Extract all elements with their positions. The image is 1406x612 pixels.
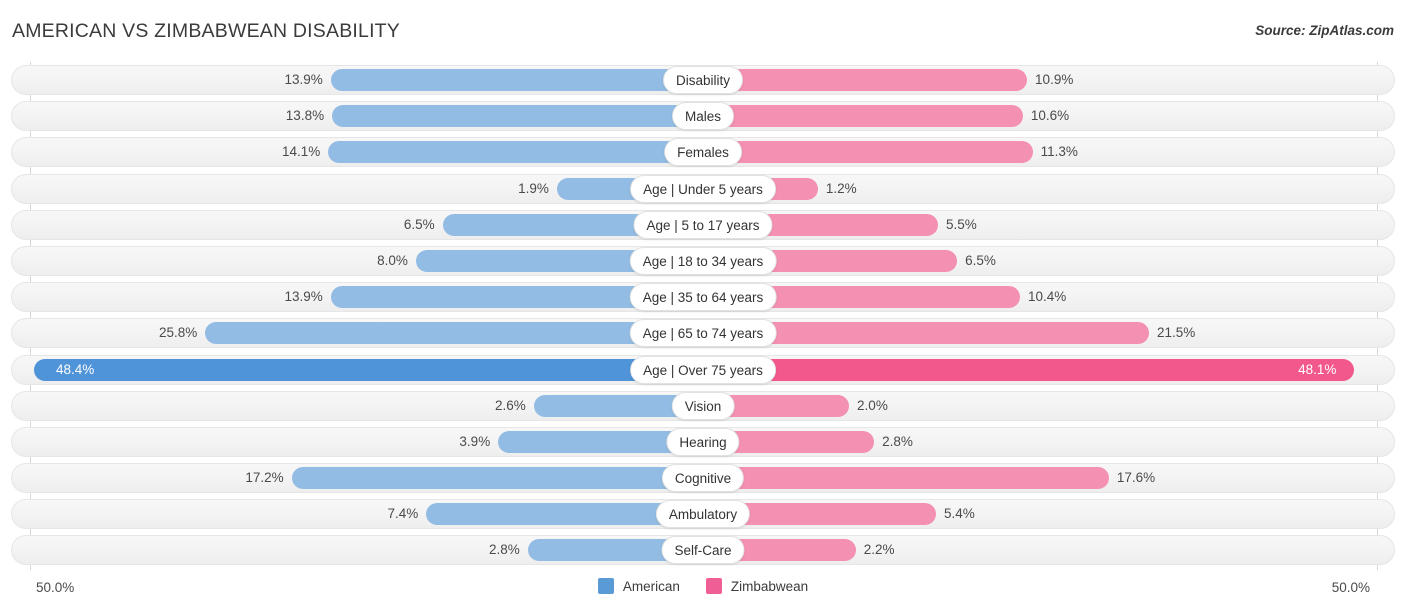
value-label-american: 7.4% xyxy=(387,506,419,522)
category-label: Age | 35 to 64 years xyxy=(629,283,777,312)
value-label-zimbabwean: 11.3% xyxy=(1040,144,1078,160)
bar-zimbabwean xyxy=(703,69,1028,91)
value-label-american: 13.9% xyxy=(284,72,323,87)
chart-row: 3.9% 2.8% Hearing xyxy=(0,424,1406,460)
value-label-zimbabwean: 5.5% xyxy=(945,216,977,232)
value-label-american: 17.2% xyxy=(245,470,284,486)
chart-row: 7.4% 5.4% Ambulatory xyxy=(0,496,1406,532)
chart-header: AMERICAN VS ZIMBABWEAN DISABILITY Source… xyxy=(0,0,1406,58)
chart-row: 2.6% 2.0% Vision xyxy=(0,388,1406,424)
chart-container: AMERICAN VS ZIMBABWEAN DISABILITY Source… xyxy=(0,0,1406,612)
value-label-american: 2.6% xyxy=(494,397,526,413)
legend-item[interactable]: American xyxy=(597,578,680,594)
value-label-zimbabwean: 6.5% xyxy=(965,252,996,268)
value-label-zimbabwean: 48.1% xyxy=(1298,361,1337,377)
value-label-zimbabwean: 10.6% xyxy=(1030,108,1070,124)
category-label: Disability xyxy=(662,66,744,94)
chart-row: 8.0% 6.5% Age | 18 to 34 years xyxy=(0,243,1406,279)
bar-american xyxy=(291,467,703,490)
value-label-american: 6.5% xyxy=(403,216,435,232)
chart-row: 25.8% 21.5% Age | 65 to 74 years xyxy=(0,315,1406,351)
source-attribution: Source: ZipAtlas.com xyxy=(1255,23,1394,38)
chart-row: 48.4% 48.1% Age | Over 75 years xyxy=(0,352,1406,388)
legend-label: Zimbabwean xyxy=(730,578,809,594)
category-label: Ambulatory xyxy=(655,500,751,529)
value-label-zimbabwean: 10.4% xyxy=(1027,289,1067,305)
bar-american xyxy=(328,141,703,164)
bar-american xyxy=(205,322,703,345)
category-label: Vision xyxy=(671,391,735,420)
legend-label: American xyxy=(622,578,680,594)
value-label-zimbabwean: 17.6% xyxy=(1116,470,1156,486)
bar-zimbabwean xyxy=(703,467,1109,490)
value-label-american: 13.8% xyxy=(285,108,325,124)
value-label-zimbabwean: 21.5% xyxy=(1156,325,1196,341)
chart-row: 13.9% 10.4% Age | 35 to 64 years xyxy=(0,279,1406,315)
value-label-zimbabwean: 2.0% xyxy=(857,397,888,413)
plot-area: 13.9% 10.9% Disability 13.8% 10.6% Males 14.1%… xyxy=(0,62,1406,570)
category-label: Age | 18 to 34 years xyxy=(629,246,777,275)
value-label-american: 14.1% xyxy=(282,144,321,160)
chart-row: 13.8% 10.6% Males xyxy=(0,98,1406,134)
category-label: Age | Under 5 years xyxy=(630,174,776,203)
category-label: Age | 65 to 74 years xyxy=(629,319,777,348)
category-label: Age | 5 to 17 years xyxy=(633,210,773,239)
category-label: Age | Over 75 years xyxy=(630,355,776,384)
value-label-american: 48.4% xyxy=(56,361,95,377)
category-label: Males xyxy=(671,102,735,131)
bar-american xyxy=(332,105,703,128)
value-label-american: 1.9% xyxy=(518,180,549,196)
category-label: Hearing xyxy=(666,427,740,456)
value-label-zimbabwean: 1.2% xyxy=(825,180,857,196)
chart-legend: American Zimbabwean xyxy=(0,578,1406,594)
chart-row: 14.1% 11.3% Females xyxy=(0,134,1406,170)
bar-american xyxy=(34,358,703,381)
legend-item[interactable]: Zimbabwean xyxy=(705,578,809,594)
value-label-zimbabwean: 2.8% xyxy=(882,433,913,449)
legend-swatch-icon xyxy=(705,578,722,594)
value-label-american: 8.0% xyxy=(377,252,408,268)
bar-zimbabwean xyxy=(703,358,1355,381)
value-label-american: 2.8% xyxy=(488,542,520,558)
value-label-american: 13.9% xyxy=(284,289,323,305)
category-label: Cognitive xyxy=(661,464,745,493)
chart-footer: 50.0% 50.0% American Zimbabwean xyxy=(0,572,1406,612)
category-label: Females xyxy=(664,138,742,167)
legend-swatch-icon xyxy=(597,578,614,594)
chart-row: 6.5% 5.5% Age | 5 to 17 years xyxy=(0,207,1406,243)
category-label: Self-Care xyxy=(661,536,745,565)
value-label-american: 3.9% xyxy=(459,433,491,449)
chart-row: 17.2% 17.6% Cognitive xyxy=(0,460,1406,496)
bar-american xyxy=(330,69,703,91)
chart-row: 13.9% 10.9% Disability xyxy=(0,62,1406,98)
bar-zimbabwean xyxy=(703,141,1033,164)
bar-zimbabwean xyxy=(703,105,1023,128)
chart-row: 1.9% 1.2% Age | Under 5 years xyxy=(0,171,1406,207)
page-title: AMERICAN VS ZIMBABWEAN DISABILITY xyxy=(12,20,401,42)
bar-rows: 13.9% 10.9% Disability 13.8% 10.6% Males 14.1%… xyxy=(0,62,1406,569)
value-label-american: 25.8% xyxy=(158,325,198,341)
value-label-zimbabwean: 10.9% xyxy=(1035,72,1074,87)
chart-row: 2.8% 2.2% Self-Care xyxy=(0,532,1406,568)
value-label-zimbabwean: 5.4% xyxy=(943,506,975,522)
value-label-zimbabwean: 2.2% xyxy=(863,542,895,558)
